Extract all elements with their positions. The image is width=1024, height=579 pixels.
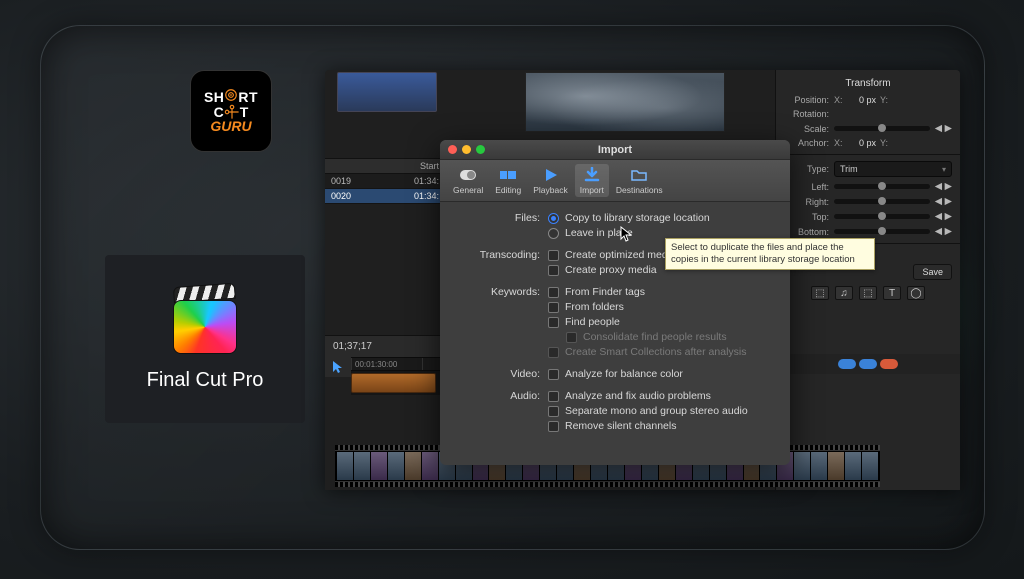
- scale-label: Scale:: [784, 124, 829, 134]
- position-label: Position:: [784, 95, 829, 105]
- save-effects-preset-button[interactable]: Save: [913, 264, 952, 280]
- tab-destinations[interactable]: Destinations: [611, 164, 668, 197]
- video-inspector-icon[interactable]: ⬚: [811, 286, 829, 300]
- switch-icon: [459, 167, 477, 183]
- inspector-title: Transform: [784, 78, 952, 89]
- viewer-panel[interactable]: [525, 72, 725, 132]
- clip-row[interactable]: 001901:34:: [325, 174, 445, 189]
- download-icon: [583, 167, 601, 183]
- checkbox-icon: [548, 250, 559, 261]
- radio-icon: [548, 213, 559, 224]
- checkbox-icon: [548, 369, 559, 380]
- tab-editing[interactable]: Editing: [490, 164, 526, 197]
- preferences-import-dialog: Import General Editing Playback Import D…: [440, 140, 790, 465]
- create-smart-collections-checkbox: Create Smart Collections after analysis: [548, 346, 776, 358]
- find-people-checkbox[interactable]: Find people: [548, 316, 776, 328]
- checkbox-icon: [548, 317, 559, 328]
- checkbox-icon: [548, 302, 559, 313]
- files-copy-radio[interactable]: Copy to library storage location: [548, 212, 776, 224]
- timeline-pill-blue[interactable]: [859, 359, 877, 369]
- final-cut-pro-app-icon: [170, 287, 240, 357]
- audio-group-label: Audio:: [440, 390, 548, 432]
- browser-list: Start 001901:34: 002001:34:: [325, 158, 445, 204]
- checkbox-icon: [548, 265, 559, 276]
- inspector-tab-icons: ⬚ ♫ ⬚ T ◯: [784, 286, 952, 300]
- window-minimize-button[interactable]: [462, 145, 471, 154]
- type-label: Type:: [784, 164, 829, 174]
- timeline-clip[interactable]: [351, 373, 436, 393]
- crop-top-slider[interactable]: [834, 214, 930, 219]
- inspector-panel: Transform Position:X:0 pxY: Rotation: Sc…: [775, 70, 960, 490]
- help-tooltip: Select to duplicate the files and place …: [665, 238, 875, 270]
- tab-general[interactable]: General: [448, 164, 488, 197]
- crop-left-label: Left:: [784, 182, 829, 192]
- crop-right-label: Right:: [784, 197, 829, 207]
- preferences-toolbar: General Editing Playback Import Destinat…: [440, 160, 790, 202]
- guru-line1a: SH: [204, 89, 224, 105]
- remove-silent-checkbox[interactable]: Remove silent channels: [548, 420, 776, 432]
- window-close-button[interactable]: [448, 145, 457, 154]
- analyze-fix-audio-checkbox[interactable]: Analyze and fix audio problems: [548, 390, 776, 402]
- crop-right-slider[interactable]: [834, 199, 930, 204]
- window-zoom-button[interactable]: [476, 145, 485, 154]
- consolidate-people-checkbox: Consolidate find people results: [548, 331, 776, 343]
- from-finder-tags-checkbox[interactable]: From Finder tags: [548, 286, 776, 298]
- checkbox-icon: [548, 391, 559, 402]
- timeline-pill-red[interactable]: [880, 359, 898, 369]
- checkbox-icon: [548, 421, 559, 432]
- scale-slider[interactable]: [834, 126, 930, 131]
- final-cut-pro-title: Final Cut Pro: [147, 369, 264, 392]
- separate-mono-checkbox[interactable]: Separate mono and group stereo audio: [548, 405, 776, 417]
- files-group-label: Files:: [440, 212, 548, 239]
- checkbox-icon: [548, 287, 559, 298]
- clip-row[interactable]: 002001:34:: [325, 189, 445, 204]
- timeline-pill-blue[interactable]: [838, 359, 856, 369]
- scale-stepper[interactable]: ◀ ▶: [935, 123, 952, 134]
- crop-bottom-slider[interactable]: [834, 229, 930, 234]
- info-inspector-icon[interactable]: ⬚: [859, 286, 877, 300]
- crop-left-slider[interactable]: [834, 184, 930, 189]
- text-inspector-icon[interactable]: T: [883, 286, 901, 300]
- chevron-down-icon: ▾: [942, 165, 946, 174]
- final-cut-pro-card: Final Cut Pro: [105, 255, 305, 423]
- anchor-label: Anchor:: [784, 138, 829, 148]
- share-inspector-icon[interactable]: ◯: [907, 286, 925, 300]
- video-group-label: Video:: [440, 368, 548, 380]
- from-folders-checkbox[interactable]: From folders: [548, 301, 776, 313]
- crop-bottom-label: Bottom:: [784, 227, 829, 237]
- keywords-group-label: Keywords:: [440, 286, 548, 358]
- dialog-titlebar[interactable]: Import: [440, 140, 790, 160]
- timeline-index-buttons: [775, 354, 960, 374]
- checkbox-icon: [548, 347, 559, 358]
- timeline-timecode[interactable]: 01;37;17: [325, 335, 445, 357]
- anchor-x-value[interactable]: 0 px: [848, 138, 876, 148]
- pointer-icon: [332, 360, 344, 374]
- folder-icon: [630, 167, 648, 183]
- select-tool-button[interactable]: [325, 357, 351, 377]
- shortcut-guru-logo: SHRT CT GURU: [190, 70, 272, 152]
- analyze-balance-color-checkbox[interactable]: Analyze for balance color: [548, 368, 776, 380]
- guru-line1b: RT: [238, 89, 258, 105]
- dialog-title: Import: [440, 144, 790, 156]
- tab-playback[interactable]: Playback: [528, 164, 573, 197]
- target-icon: [224, 88, 238, 102]
- checkbox-icon: [566, 332, 577, 343]
- browser-clip-thumbnail[interactable]: [337, 72, 437, 112]
- crop-type-select[interactable]: Trim▾: [834, 161, 952, 177]
- rotation-label: Rotation:: [784, 109, 829, 119]
- checkbox-icon: [548, 406, 559, 417]
- tab-import[interactable]: Import: [575, 164, 609, 197]
- transcoding-group-label: Transcoding:: [440, 249, 548, 276]
- radio-icon: [548, 228, 559, 239]
- audio-inspector-icon[interactable]: ♫: [835, 286, 853, 300]
- play-icon: [542, 167, 560, 183]
- timeline-icon: [499, 167, 517, 183]
- col-start[interactable]: Start: [420, 161, 439, 171]
- filmstrip-frame: [337, 452, 353, 480]
- crop-top-label: Top:: [784, 212, 829, 222]
- position-x-value[interactable]: 0 px: [848, 95, 876, 105]
